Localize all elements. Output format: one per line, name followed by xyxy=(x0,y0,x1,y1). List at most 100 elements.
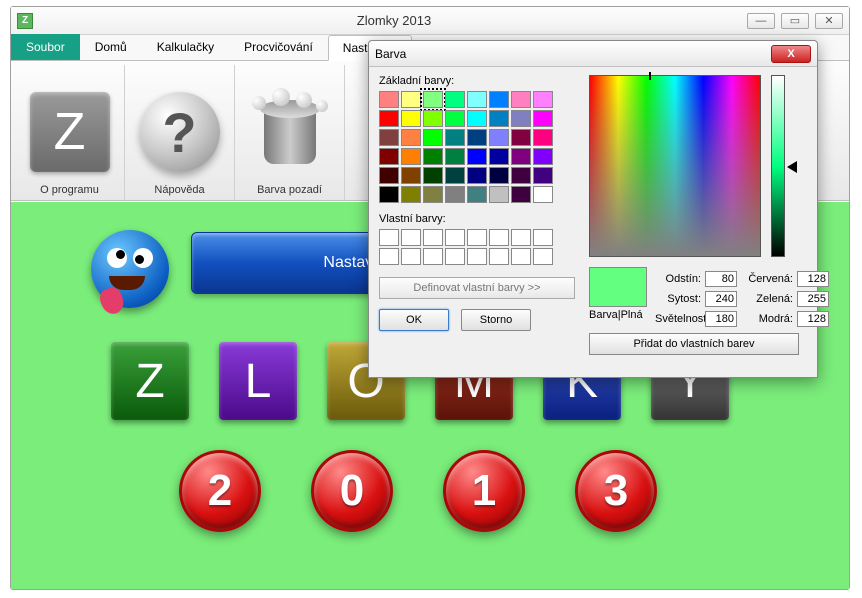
basic-swatch[interactable] xyxy=(445,186,465,203)
basic-swatch[interactable] xyxy=(401,148,421,165)
basic-swatch[interactable] xyxy=(379,110,399,127)
basic-swatch[interactable] xyxy=(511,91,531,108)
tool-z[interactable]: ZO programu xyxy=(15,65,125,200)
paint-bucket-icon xyxy=(246,88,334,176)
hue-input[interactable] xyxy=(705,271,737,287)
sat-label: Sytost: xyxy=(655,293,703,305)
blue-input[interactable] xyxy=(797,311,829,327)
app-icon: Z xyxy=(17,13,33,29)
minimize-button[interactable]: — xyxy=(747,13,775,29)
cancel-button[interactable]: Storno xyxy=(461,309,531,331)
basic-swatch[interactable] xyxy=(511,110,531,127)
custom-swatch[interactable] xyxy=(489,248,509,265)
basic-swatch[interactable] xyxy=(467,110,487,127)
custom-swatch[interactable] xyxy=(467,248,487,265)
color-gradient[interactable] xyxy=(589,75,761,257)
lum-input[interactable] xyxy=(705,311,737,327)
basic-swatch[interactable] xyxy=(423,91,443,108)
sat-input[interactable] xyxy=(705,291,737,307)
year-digit-2: 2 xyxy=(179,450,261,532)
basic-swatch[interactable] xyxy=(423,186,443,203)
tool-label: Barva pozadí xyxy=(257,184,322,196)
z-tile-icon: Z xyxy=(30,92,110,172)
basic-swatch[interactable] xyxy=(401,129,421,146)
basic-swatch[interactable] xyxy=(445,110,465,127)
basic-swatch[interactable] xyxy=(423,167,443,184)
basic-swatch[interactable] xyxy=(511,148,531,165)
basic-swatch[interactable] xyxy=(533,148,553,165)
basic-swatch[interactable] xyxy=(467,186,487,203)
basic-swatch[interactable] xyxy=(423,148,443,165)
custom-swatch[interactable] xyxy=(423,248,443,265)
custom-swatch[interactable] xyxy=(533,248,553,265)
dialog-close-button[interactable]: X xyxy=(771,45,811,63)
year-digit-1: 1 xyxy=(443,450,525,532)
custom-swatch[interactable] xyxy=(379,229,399,246)
basic-swatch[interactable] xyxy=(467,91,487,108)
tool-q[interactable]: ?Nápověda xyxy=(125,65,235,200)
custom-swatch[interactable] xyxy=(423,229,443,246)
basic-swatch[interactable] xyxy=(423,129,443,146)
custom-colors-label: Vlastní barvy: xyxy=(379,213,577,225)
menu-tab-soubor[interactable]: Soubor xyxy=(11,34,80,60)
basic-swatch[interactable] xyxy=(467,167,487,184)
custom-swatch[interactable] xyxy=(511,248,531,265)
basic-swatch[interactable] xyxy=(445,148,465,165)
basic-swatch[interactable] xyxy=(533,167,553,184)
basic-swatch[interactable] xyxy=(511,129,531,146)
basic-swatch[interactable] xyxy=(379,91,399,108)
define-custom-button[interactable]: Definovat vlastní barvy >> xyxy=(379,277,575,299)
basic-swatch[interactable] xyxy=(489,186,509,203)
add-custom-button[interactable]: Přidat do vlastních barev xyxy=(589,333,799,355)
luminance-bar[interactable] xyxy=(771,75,785,257)
custom-swatch[interactable] xyxy=(489,229,509,246)
basic-swatch[interactable] xyxy=(379,129,399,146)
basic-swatch[interactable] xyxy=(511,186,531,203)
basic-swatch[interactable] xyxy=(489,91,509,108)
basic-swatch[interactable] xyxy=(511,167,531,184)
basic-swatch[interactable] xyxy=(445,167,465,184)
menu-tab-procvičování[interactable]: Procvičování xyxy=(229,34,328,60)
basic-swatch[interactable] xyxy=(401,167,421,184)
custom-swatch[interactable] xyxy=(445,248,465,265)
basic-swatch[interactable] xyxy=(423,110,443,127)
maximize-button[interactable]: ▭ xyxy=(781,13,809,29)
basic-swatch[interactable] xyxy=(467,129,487,146)
menu-tab-domů[interactable]: Domů xyxy=(80,34,142,60)
basic-swatch[interactable] xyxy=(489,167,509,184)
custom-swatch[interactable] xyxy=(533,229,553,246)
preview-label: Barva|Plná xyxy=(589,309,643,321)
custom-swatch[interactable] xyxy=(511,229,531,246)
basic-swatch[interactable] xyxy=(401,91,421,108)
basic-swatch[interactable] xyxy=(401,110,421,127)
basic-swatch[interactable] xyxy=(445,91,465,108)
basic-swatch[interactable] xyxy=(467,148,487,165)
custom-swatch[interactable] xyxy=(401,248,421,265)
basic-colors-grid xyxy=(379,91,577,203)
red-input[interactable] xyxy=(797,271,829,287)
basic-swatch[interactable] xyxy=(533,110,553,127)
menu-tab-kalkulačky[interactable]: Kalkulačky xyxy=(142,34,229,60)
basic-swatch[interactable] xyxy=(533,129,553,146)
basic-swatch[interactable] xyxy=(489,129,509,146)
year-digit-3: 3 xyxy=(575,450,657,532)
close-button[interactable]: ✕ xyxy=(815,13,843,29)
custom-swatch[interactable] xyxy=(401,229,421,246)
basic-swatch[interactable] xyxy=(401,186,421,203)
basic-swatch[interactable] xyxy=(379,148,399,165)
custom-swatch[interactable] xyxy=(445,229,465,246)
custom-swatch[interactable] xyxy=(467,229,487,246)
basic-swatch[interactable] xyxy=(379,186,399,203)
basic-swatch[interactable] xyxy=(489,110,509,127)
basic-swatch[interactable] xyxy=(445,129,465,146)
basic-swatch[interactable] xyxy=(533,91,553,108)
green-input[interactable] xyxy=(797,291,829,307)
dialog-title: Barva xyxy=(375,47,771,61)
tool-bucket[interactable]: Barva pozadí xyxy=(235,65,345,200)
ok-button[interactable]: OK xyxy=(379,309,449,331)
luminance-arrow-icon[interactable] xyxy=(787,161,797,173)
basic-swatch[interactable] xyxy=(533,186,553,203)
basic-swatch[interactable] xyxy=(489,148,509,165)
basic-swatch[interactable] xyxy=(379,167,399,184)
custom-swatch[interactable] xyxy=(379,248,399,265)
